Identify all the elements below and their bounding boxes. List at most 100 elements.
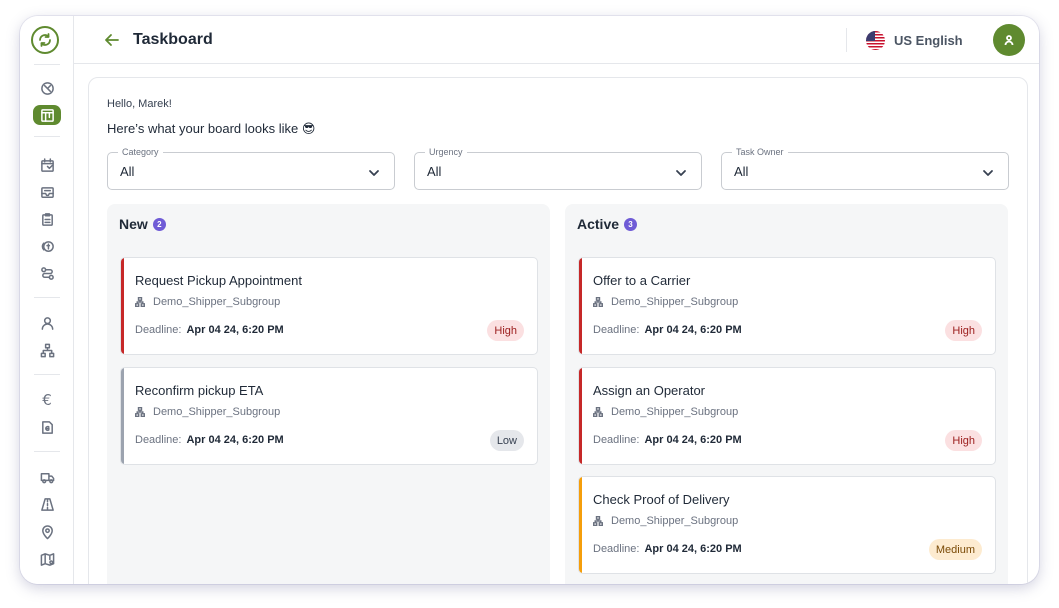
- task-group: Demo_Shipper_Subgroup: [135, 296, 280, 308]
- deadline-value: Apr 04 24, 6:20 PM: [644, 543, 742, 555]
- org-chart-icon: [593, 407, 603, 417]
- count-badge: 3: [624, 217, 638, 231]
- user-icon: [41, 316, 53, 330]
- urgency-badge: Medium: [928, 539, 982, 560]
- task-deadline: Deadline: Apr 04 24, 6:20 PM: [135, 324, 284, 336]
- sidebar-divider: [34, 297, 60, 298]
- deadline-label: Deadline:: [593, 543, 640, 555]
- taskboard-icon: [40, 108, 54, 122]
- category-filter[interactable]: Category All: [107, 147, 395, 190]
- sidebar-item-fleet[interactable]: [33, 467, 61, 487]
- task-card[interactable]: Check Proof of Delivery Demo_Shipper_Sub…: [578, 476, 996, 574]
- chevron-down-icon: [368, 166, 380, 178]
- location-pin-icon: [41, 524, 53, 539]
- deadline-label: Deadline:: [593, 434, 640, 446]
- task-title: Request Pickup Appointment: [135, 273, 302, 288]
- route-icon: [40, 266, 54, 280]
- column-active: Active 3 Offer to a Carrier Demo_Shipper…: [565, 204, 1008, 584]
- sidebar-item-calendar[interactable]: [33, 155, 61, 175]
- urgency-bar: [121, 368, 124, 464]
- top-header: Taskboard US English: [74, 16, 1039, 64]
- urgency-filter-value: All: [427, 164, 442, 179]
- column-header: New 2: [119, 216, 166, 232]
- sidebar-item-organization[interactable]: [33, 340, 61, 360]
- sidebar-item-map[interactable]: [33, 549, 61, 569]
- task-card[interactable]: Request Pickup Appointment Demo_Shipper_…: [120, 257, 538, 355]
- category-filter-label: Category: [118, 147, 163, 157]
- chevron-down-icon: [675, 166, 687, 178]
- urgency-badge: High: [945, 320, 982, 341]
- coins-icon: [41, 240, 54, 252]
- deadline-value: Apr 04 24, 6:20 PM: [644, 434, 742, 446]
- task-title: Reconfirm pickup ETA: [135, 383, 264, 398]
- app-window: € Taskboard US English Hello, Marek! Her…: [20, 16, 1039, 584]
- column-header: Active 3: [577, 216, 638, 232]
- sidebar-item-clipboard[interactable]: [33, 209, 61, 229]
- app-logo[interactable]: [31, 26, 59, 54]
- task-title: Offer to a Carrier: [593, 273, 691, 288]
- sidebar-item-invoices[interactable]: [33, 417, 61, 437]
- category-filter-value: All: [120, 164, 135, 179]
- road-icon: [40, 497, 54, 511]
- urgency-filter[interactable]: Urgency All: [414, 147, 702, 190]
- org-chart-icon: [135, 407, 145, 417]
- task-group: Demo_Shipper_Subgroup: [135, 406, 280, 418]
- sidebar-item-taskboard[interactable]: [33, 105, 61, 125]
- urgency-filter-label: Urgency: [425, 147, 467, 157]
- urgency-bar: [579, 258, 582, 354]
- org-chart-icon: [593, 297, 603, 307]
- task-group-name: Demo_Shipper_Subgroup: [611, 296, 739, 308]
- task-group: Demo_Shipper_Subgroup: [593, 296, 738, 308]
- logo-icon: [39, 33, 51, 47]
- sidebar-item-dashboard[interactable]: [33, 78, 61, 98]
- back-button[interactable]: [102, 30, 124, 50]
- page-title: Taskboard: [133, 31, 213, 48]
- column-new: New 2 Request Pickup Appointment Demo_Sh…: [107, 204, 550, 584]
- sidebar-item-users[interactable]: [33, 313, 61, 333]
- chevron-down-icon: [982, 166, 994, 178]
- task-group-name: Demo_Shipper_Subgroup: [153, 406, 281, 418]
- sidebar-divider: [34, 64, 60, 65]
- task-group-name: Demo_Shipper_Subgroup: [611, 406, 739, 418]
- map-icon: [40, 552, 54, 566]
- language-selector[interactable]: US English: [866, 30, 963, 50]
- language-label: US English: [894, 32, 963, 48]
- urgency-bar: [579, 477, 582, 573]
- deadline-label: Deadline:: [135, 434, 182, 446]
- task-card[interactable]: Assign an Operator Demo_Shipper_Subgroup…: [578, 367, 996, 465]
- urgency-bar: [121, 258, 124, 354]
- urgency-badge: Low: [489, 430, 524, 451]
- us-flag-icon: [866, 30, 885, 50]
- deadline-label: Deadline:: [135, 324, 182, 336]
- sidebar-item-routes[interactable]: [33, 263, 61, 283]
- sidebar-item-locations[interactable]: [33, 522, 61, 542]
- urgency-badge: High: [945, 430, 982, 451]
- user-avatar[interactable]: [993, 24, 1025, 56]
- dashboard-icon: [40, 81, 54, 95]
- org-chart-icon: [593, 516, 603, 526]
- deadline-value: Apr 04 24, 6:20 PM: [186, 324, 284, 336]
- task-title: Check Proof of Delivery: [593, 492, 730, 507]
- task-owner-filter[interactable]: Task Owner All: [721, 147, 1009, 190]
- arrow-left-icon: [105, 34, 119, 46]
- urgency-badge: High: [487, 320, 524, 341]
- taskboard-panel: Hello, Marek! Here’s what your board loo…: [88, 77, 1028, 584]
- sidebar-divider: [34, 451, 60, 452]
- sidebar-item-finance[interactable]: €: [33, 390, 61, 410]
- inbox-icon: [40, 186, 54, 198]
- task-deadline: Deadline: Apr 04 24, 6:20 PM: [593, 543, 742, 555]
- task-group-name: Demo_Shipper_Subgroup: [611, 515, 739, 527]
- task-group-name: Demo_Shipper_Subgroup: [153, 296, 281, 308]
- sidebar-item-inbox[interactable]: [33, 182, 61, 202]
- deadline-value: Apr 04 24, 6:20 PM: [186, 434, 284, 446]
- sidebar-item-lanes[interactable]: [33, 494, 61, 514]
- deadline-label: Deadline:: [593, 324, 640, 336]
- euro-icon: €: [42, 391, 52, 409]
- truck-icon: [40, 472, 54, 483]
- task-card[interactable]: Reconfirm pickup ETA Demo_Shipper_Subgro…: [120, 367, 538, 465]
- task-group: Demo_Shipper_Subgroup: [593, 406, 738, 418]
- calendar-icon: [40, 157, 54, 172]
- count-badge: 2: [152, 217, 166, 231]
- sidebar-item-payments[interactable]: [33, 236, 61, 256]
- task-card[interactable]: Offer to a Carrier Demo_Shipper_Subgroup…: [578, 257, 996, 355]
